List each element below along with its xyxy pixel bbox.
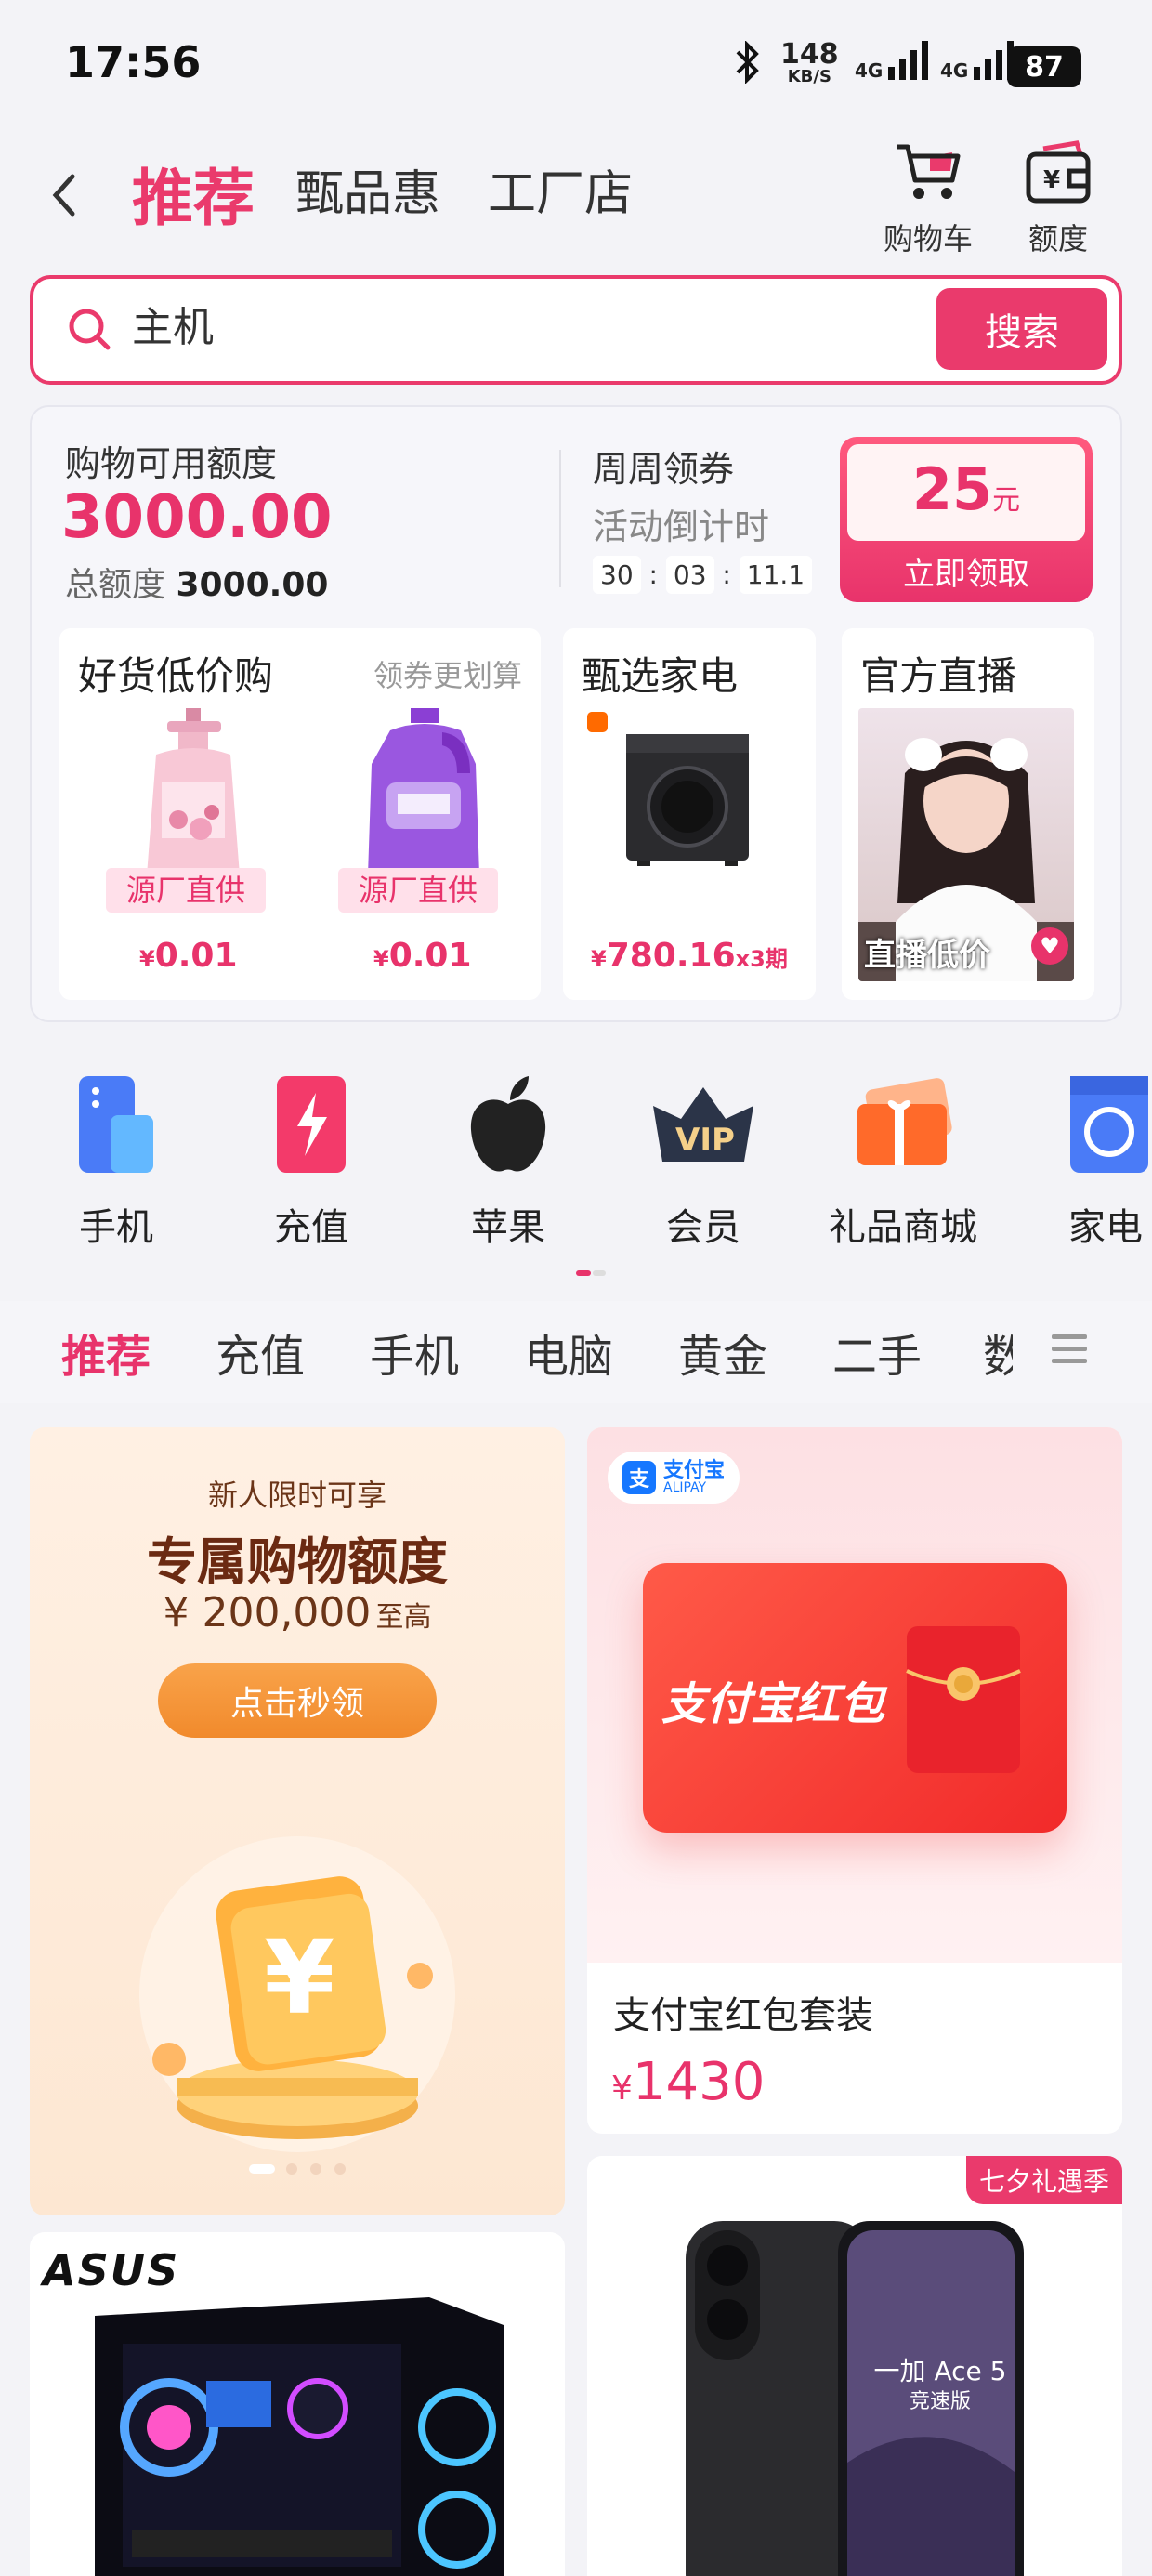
coupon-claim-button[interactable]: 25元 立即领取 — [840, 437, 1093, 602]
alipay-promo-image: 支 支付宝 ALIPAY 支付宝红包 — [587, 1427, 1122, 1963]
asus-logo: ASUS — [43, 2245, 180, 2295]
product-price: ¥0.01 — [139, 937, 238, 975]
product-image-washer — [622, 730, 753, 874]
credit-label: 购物可用额度 — [65, 443, 278, 484]
product-image-detergent — [331, 708, 517, 888]
pc-case-image — [95, 2297, 513, 2576]
category-vip[interactable]: VIP 会员 — [634, 1069, 773, 1251]
alipay-logo: 支 支付宝 ALIPAY — [608, 1452, 740, 1504]
back-button[interactable] — [45, 167, 82, 223]
tab-gold[interactable]: 黄金 — [678, 1320, 767, 1385]
divider — [559, 450, 561, 587]
category-recharge[interactable]: 充值 — [242, 1069, 381, 1251]
battery-icon: 87 — [1007, 46, 1081, 87]
promo-tag: 七夕礼遇季 — [965, 2156, 1122, 2204]
new-user-banner[interactable]: 新人限时可享 专属购物额度 ¥ 200,000 至高 点击秒领 ¥ — [30, 1427, 565, 2215]
claim-now-label: 立即领取 — [903, 556, 1029, 593]
banner-line1: 新人限时可享 — [207, 1478, 386, 1513]
search-button[interactable]: 搜索 — [936, 288, 1107, 370]
claim-button[interactable]: 点击秒领 — [158, 1663, 437, 1738]
tab-digital[interactable]: 数 — [983, 1320, 1013, 1385]
quota-button[interactable]: ¥ 额度 — [1007, 139, 1109, 258]
promo-card-live[interactable]: 官方直播 直播低价 ♥ — [842, 628, 1094, 1000]
banner-page-indicator — [249, 2162, 351, 2179]
red-packet-card: 支付宝红包 — [643, 1563, 1067, 1833]
status-time: 17:56 — [65, 37, 202, 87]
phone-product-image: 一加 Ace 5 竞速版 — [680, 2221, 1033, 2576]
factory-direct-tag: 源厂直供 — [338, 868, 498, 913]
credit-amount[interactable]: 3000.00 — [61, 483, 333, 552]
credit-panel: 购物可用额度 3000.00 总额度 3000.00 周周领券 活动倒计时 30… — [30, 405, 1122, 1022]
category-appliances[interactable]: 家电 — [1041, 1069, 1152, 1251]
bluetooth-icon — [734, 40, 762, 87]
credit-total: 总额度 3000.00 — [65, 566, 329, 604]
tab-factory-store[interactable]: 工厂店 — [488, 154, 633, 224]
cart-button[interactable]: 购物车 — [877, 139, 979, 258]
search-bar: 搜索 — [30, 275, 1122, 385]
heart-icon: ♥ — [1031, 927, 1068, 965]
category-apple[interactable]: 苹果 — [439, 1069, 578, 1251]
factory-direct-tag: 源厂直供 — [106, 868, 266, 913]
category-page-indicator — [576, 1262, 606, 1276]
promo-card-appliances[interactable]: 甄选家电 ¥780.16x3期 — [563, 628, 816, 1000]
live-overlay-text: 直播低价 — [864, 937, 990, 974]
chevron-left-icon — [52, 174, 75, 217]
brand-icon — [587, 712, 608, 732]
tab-recommend[interactable]: 推荐 — [132, 149, 255, 238]
coupon-title: 周周领券 — [593, 449, 735, 490]
washer-icon — [1041, 1069, 1152, 1180]
product-title: 支付宝红包套装 — [613, 1994, 873, 2037]
product-card-phone[interactable]: 七夕礼遇季 一加 Ace 5 竞速版 — [587, 2156, 1122, 2576]
gift-card-icon — [819, 1069, 987, 1180]
product-price: ¥780.16x3期 — [591, 937, 788, 975]
phone-screen-text: 一加 Ace 5 — [873, 2356, 1007, 2386]
product-price: ¥0.01 — [373, 937, 472, 975]
product-price: ¥1430 — [611, 2052, 766, 2112]
tab-zhenpinhui[interactable]: 甄品惠 — [295, 154, 440, 224]
category-phone[interactable]: 手机 — [46, 1069, 186, 1251]
svg-text:¥: ¥ — [1043, 166, 1060, 194]
product-image-soap — [100, 708, 286, 888]
tab-recharge[interactable]: 充值 — [216, 1320, 305, 1385]
coupon-value: 25元 — [847, 444, 1085, 541]
category-gift-mall[interactable]: 礼品商城 — [819, 1069, 987, 1251]
signal-icon-1: 4G — [855, 39, 933, 82]
vip-crown-icon: VIP — [634, 1069, 773, 1180]
search-input[interactable] — [132, 299, 875, 347]
product-card-asus-pc[interactable]: ASUS — [30, 2232, 565, 2576]
red-envelope-icon — [903, 1623, 1024, 1781]
search-icon — [67, 307, 113, 357]
phone-screen-subtext: 竞速版 — [909, 2390, 971, 2413]
tab-computer[interactable]: 电脑 — [524, 1320, 613, 1385]
tab-secondhand[interactable]: 二手 — [832, 1320, 922, 1385]
wallet-illustration: ¥ — [123, 1818, 472, 2175]
promo-card-low-price[interactable]: 好货低价购 领券更划算 源厂直供 ¥0.01 源厂直供 ¥0.01 — [59, 628, 541, 1000]
banner-amount: ¥ 200,000 至高 — [163, 1589, 432, 1636]
menu-icon[interactable] — [1050, 1331, 1089, 1372]
banner-headline: 专属购物额度 — [147, 1532, 448, 1591]
svg-text:¥: ¥ — [264, 1918, 335, 2037]
tab-phone[interactable]: 手机 — [370, 1320, 459, 1385]
live-stream-thumbnail: 直播低价 ♥ — [858, 708, 1074, 981]
lightning-icon — [242, 1069, 381, 1180]
alipay-icon: 支 — [622, 1461, 656, 1494]
phone-icon — [46, 1069, 186, 1180]
status-bar: 17:56 148 KB/S 4G 4G 87 — [0, 0, 1152, 130]
coupon-subtitle: 活动倒计时 — [593, 506, 770, 547]
red-packet-text: 支付宝红包 — [661, 1678, 885, 1730]
product-card-alipay[interactable]: 支 支付宝 ALIPAY 支付宝红包 支付宝红包套装 ¥1430 — [587, 1427, 1122, 2134]
net-speed: 148 KB/S — [780, 38, 839, 86]
cart-icon — [897, 144, 961, 199]
apple-icon — [439, 1069, 578, 1180]
tab-recommend-feed[interactable]: 推荐 — [61, 1320, 151, 1385]
svg-text:VIP: VIP — [675, 1122, 735, 1159]
wallet-icon: ¥ — [1026, 140, 1091, 204]
countdown-timer: 30 : 03 : 11.1 — [593, 556, 813, 594]
